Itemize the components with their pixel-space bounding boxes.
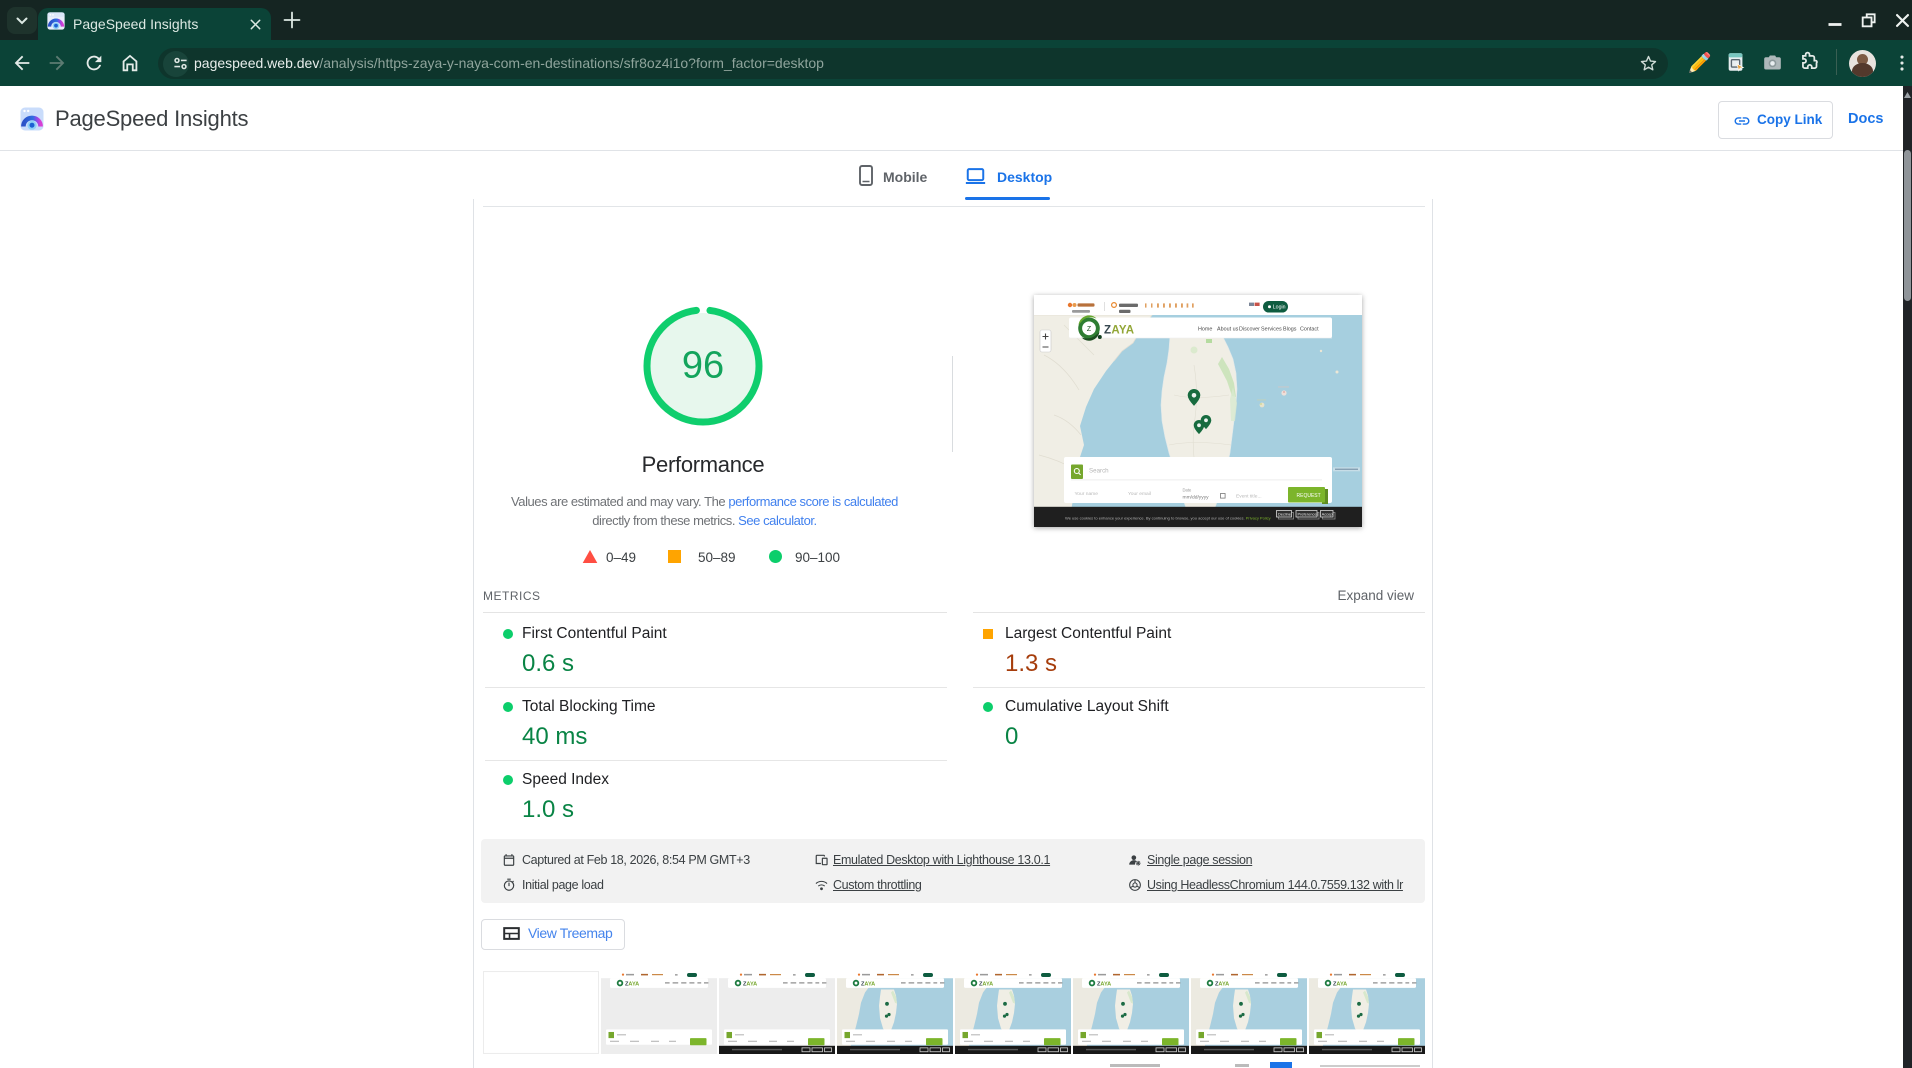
svg-text:Login: Login [1273,305,1286,311]
svg-text:Accept: Accept [1322,512,1335,517]
svg-text:Date: Date [1183,488,1193,493]
svg-text:Discover: Discover [1239,327,1260,333]
svg-text:REQUEST: REQUEST [1297,493,1321,499]
svg-text:ZAYA: ZAYA [1104,325,1134,337]
svg-text:Preferences: Preferences [1298,512,1319,517]
svg-text:Search: Search [1089,468,1109,475]
svg-text:Event title...: Event title... [1236,494,1262,500]
svg-text:We use cookies to enhance your: We use cookies to enhance your experienc… [1065,516,1271,521]
svg-text:Home: Home [1198,327,1212,333]
svg-text:Z: Z [1087,326,1092,333]
svg-text:mm/dd/yyyy: mm/dd/yyyy [1183,495,1210,501]
svg-text:Your email: Your email [1128,491,1151,497]
svg-text:About us: About us [1217,327,1239,333]
svg-text:Decline: Decline [1278,512,1291,517]
svg-text:96: 96 [682,345,724,387]
svg-text:Services: Services [1261,327,1282,333]
svg-text:Your name: Your name [1075,491,1099,497]
svg-text:Blogs: Blogs [1283,327,1297,333]
svg-text:Contact: Contact [1300,327,1319,333]
